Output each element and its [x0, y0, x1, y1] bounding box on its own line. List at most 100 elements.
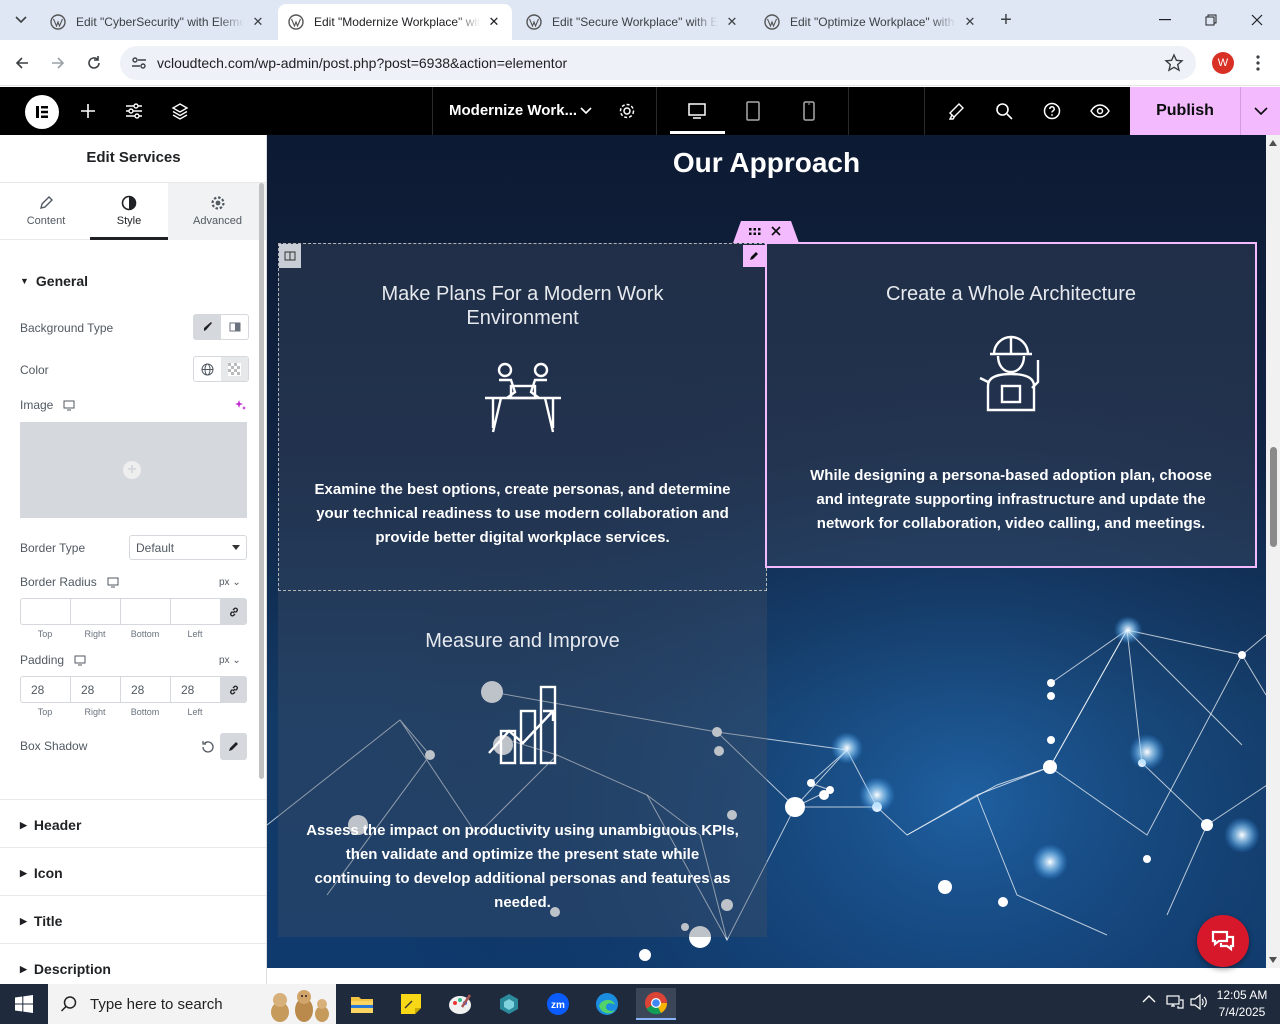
chat-widget-button[interactable] — [1197, 915, 1249, 967]
site-settings-icon[interactable] — [130, 54, 148, 72]
browser-tab[interactable]: Edit "CyberSecurity" with Elementor ✕ — [40, 4, 276, 40]
new-tab-button[interactable]: + — [996, 9, 1016, 31]
close-tab-icon[interactable]: ✕ — [250, 14, 266, 30]
publish-button[interactable]: Publish — [1130, 87, 1240, 135]
border-radius-right-input[interactable] — [70, 598, 120, 625]
section-icon-toggle[interactable]: ▶ Icon — [20, 865, 63, 881]
padding-top-input[interactable]: 28 — [20, 676, 70, 703]
reset-icon[interactable] — [200, 739, 216, 755]
padding-unit-select[interactable]: px ⌄ — [219, 655, 241, 666]
service-card-selected[interactable]: Create a Whole Architecture While design… — [765, 242, 1257, 568]
sticky-notes-app[interactable] — [391, 988, 431, 1020]
close-tab-icon[interactable]: ✕ — [486, 14, 502, 30]
reload-button[interactable] — [80, 49, 108, 77]
responsive-desktop-icon[interactable] — [74, 655, 86, 666]
address-bar[interactable]: vcloudtech.com/wp-admin/post.php?post=69… — [120, 46, 1196, 80]
add-element-button[interactable] — [76, 99, 100, 123]
responsive-desktop-icon[interactable] — [63, 400, 75, 411]
taskbar-clock[interactable]: 12:05 AM 7/4/2025 — [1210, 987, 1274, 1021]
arrow-left-icon — [15, 57, 28, 69]
image-chooser[interactable]: + — [20, 422, 247, 518]
app-shortcut[interactable] — [489, 988, 529, 1020]
border-type-select[interactable]: Default — [129, 535, 247, 560]
publish-options-button[interactable] — [1240, 87, 1280, 135]
page-name[interactable]: Modernize Work... — [449, 102, 577, 119]
border-radius-unit-select[interactable]: px ⌄ — [219, 577, 241, 588]
chevron-down-icon — [15, 16, 27, 24]
browser-tab-active[interactable]: Edit "Modernize Workplace" with Elemento… — [278, 4, 512, 40]
global-colors-button[interactable] — [194, 357, 221, 381]
page-settings-button[interactable] — [615, 99, 639, 123]
border-radius-link-button[interactable] — [220, 598, 247, 625]
network-status[interactable] — [1166, 994, 1184, 1010]
mobile-view-button[interactable] — [797, 99, 821, 123]
elementor-logo-button[interactable] — [25, 95, 59, 129]
panel-scrollbar[interactable] — [259, 183, 264, 779]
taskbar-search[interactable]: Type here to search — [48, 984, 336, 1024]
back-button[interactable] — [8, 49, 36, 77]
tab-style[interactable]: Style — [90, 183, 168, 240]
desktop-view-button[interactable] — [685, 99, 709, 123]
start-button[interactable] — [0, 984, 48, 1024]
bookmark-star-icon[interactable] — [1164, 53, 1184, 73]
edit-widget-button[interactable] — [743, 245, 765, 267]
chrome-app-active[interactable] — [636, 988, 676, 1020]
forward-button[interactable] — [44, 49, 72, 77]
ai-sparkle-icon[interactable] — [234, 399, 247, 412]
padding-left-input[interactable]: 28 — [170, 676, 220, 703]
finder-search-button[interactable] — [992, 99, 1016, 123]
notifications-button[interactable] — [944, 99, 968, 123]
border-radius-bottom-input[interactable] — [120, 598, 170, 625]
responsive-desktop-icon[interactable] — [107, 577, 119, 588]
tab-content[interactable]: Content — [7, 183, 85, 240]
close-tab-icon[interactable]: ✕ — [724, 14, 740, 30]
tablet-view-button[interactable] — [741, 99, 765, 123]
box-shadow-edit-button[interactable] — [220, 733, 247, 760]
close-tab-icon[interactable]: ✕ — [962, 14, 978, 30]
tab-title: Edit "Optimize Workplace" with Elementor — [790, 15, 956, 29]
paint-app[interactable] — [440, 988, 480, 1020]
canvas-scrollbar[interactable] — [1266, 135, 1280, 968]
edge-app[interactable] — [587, 988, 627, 1020]
restore-button[interactable] — [1188, 0, 1234, 40]
site-settings-button[interactable] — [122, 99, 146, 123]
section-title-toggle[interactable]: ▶ Title — [20, 913, 62, 929]
structure-button[interactable] — [168, 99, 192, 123]
section-header-toggle[interactable]: ▶ Header — [20, 817, 81, 833]
dim-label: Top — [37, 707, 53, 717]
plus-circle-icon: + — [123, 461, 141, 479]
page-dropdown-button[interactable] — [574, 99, 598, 123]
close-window-button[interactable] — [1234, 0, 1280, 40]
preview-button[interactable] — [1088, 99, 1112, 123]
padding-right-input[interactable]: 28 — [70, 676, 120, 703]
browser-menu-button[interactable] — [1248, 52, 1268, 74]
tab-advanced[interactable]: Advanced — [168, 183, 266, 240]
browser-tab[interactable]: Edit "Secure Workplace" with Elementor ✕ — [516, 4, 750, 40]
file-explorer-app[interactable] — [342, 988, 382, 1020]
service-card[interactable]: Make Plans For a Modern Work Environment… — [278, 243, 767, 591]
border-radius-top-input[interactable] — [20, 598, 70, 625]
minimize-button[interactable] — [1142, 0, 1188, 40]
browser-tab[interactable]: Edit "Optimize Workplace" with Elementor… — [754, 4, 988, 40]
help-button[interactable] — [1040, 99, 1064, 123]
zoom-app[interactable]: zm — [538, 988, 578, 1020]
tab-search-button[interactable] — [8, 8, 34, 32]
padding-bottom-input[interactable]: 28 — [120, 676, 170, 703]
background-classic-button[interactable] — [194, 315, 221, 339]
service-card[interactable]: Measure and Improve Assess the impact on… — [278, 591, 767, 937]
border-radius-left-input[interactable] — [170, 598, 220, 625]
background-gradient-button[interactable] — [221, 315, 248, 339]
widget-selection-handle[interactable] — [733, 221, 799, 243]
section-title: General — [35, 273, 89, 289]
section-general-toggle[interactable]: ▼ General — [20, 273, 88, 289]
profile-avatar[interactable]: W — [1212, 52, 1234, 74]
padding-link-button[interactable] — [220, 676, 247, 703]
section-description-toggle[interactable]: ▶ Description — [20, 961, 111, 977]
link-icon — [229, 607, 238, 616]
column-handle-button[interactable] — [279, 244, 301, 268]
caret-right-icon: ▶ — [20, 963, 27, 974]
volume-control[interactable] — [1190, 994, 1208, 1010]
show-hidden-icons-button[interactable] — [1142, 994, 1156, 1004]
canvas-scrollbar-thumb[interactable] — [1270, 447, 1277, 547]
color-picker-swatch[interactable] — [221, 357, 248, 381]
